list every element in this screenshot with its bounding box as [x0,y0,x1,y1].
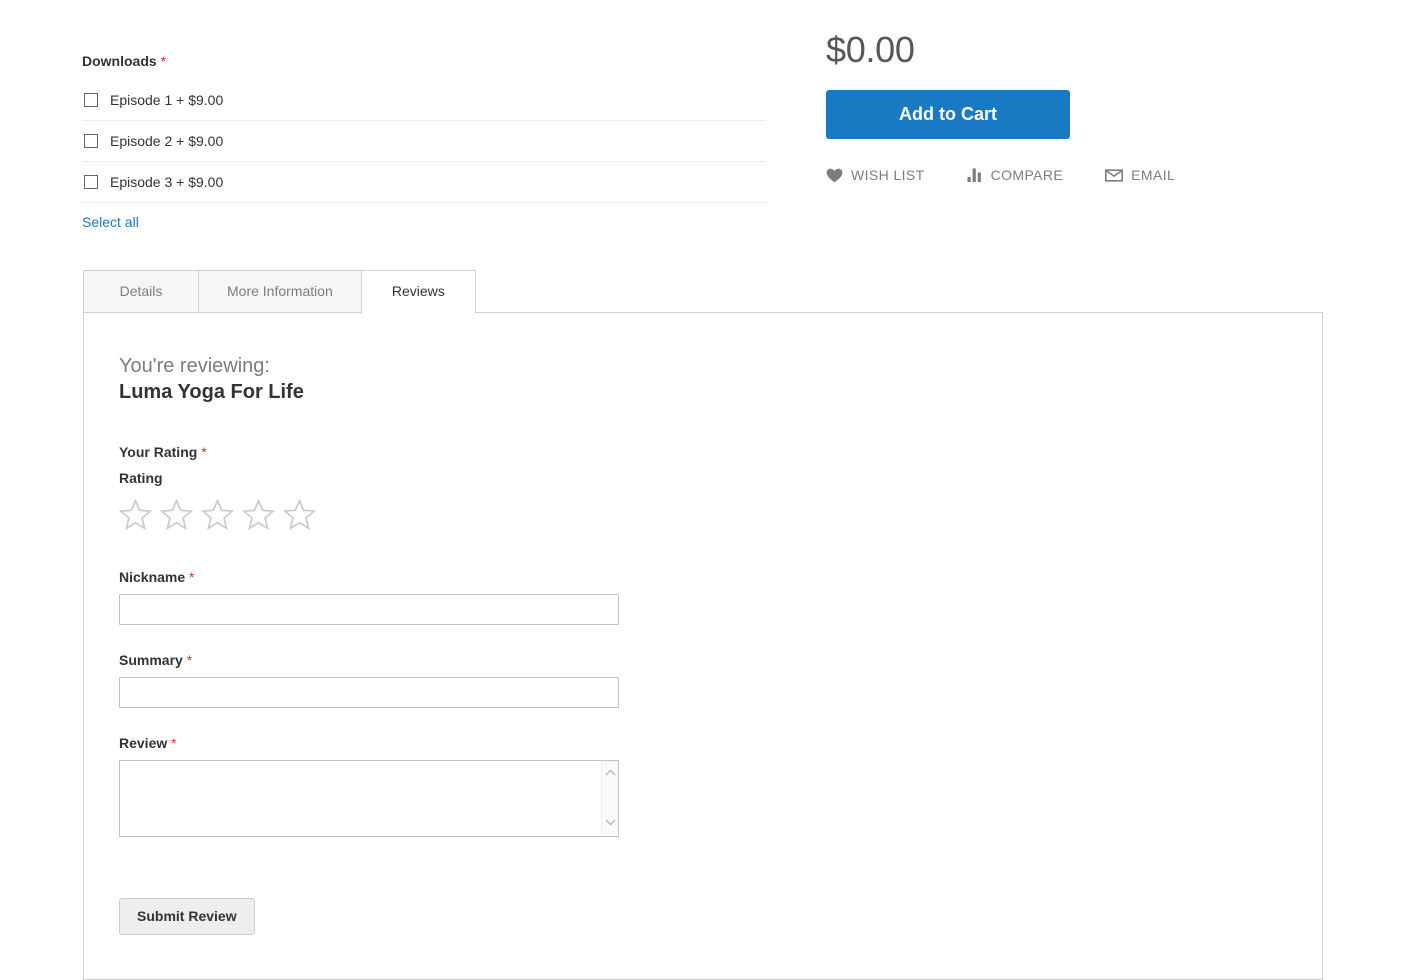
product-action-links: WISH LIST COMPARE EMAIL [826,167,1175,183]
compare-link[interactable]: COMPARE [967,167,1064,183]
downloads-label-text: Downloads [82,53,157,69]
envelope-icon [1105,168,1124,182]
required-asterisk: * [189,569,195,585]
review-label: Review * [119,734,1322,752]
download-option-label: Episode 1 + $9.00 [110,92,224,108]
summary-field-group: Summary * [119,651,1322,708]
rating-star-1[interactable] [119,499,152,530]
download-option-row[interactable]: Episode 1 + $9.00 [82,80,766,121]
compare-label: COMPARE [990,167,1064,183]
reviewed-product-name: Luma Yoga For Life [119,381,304,403]
required-asterisk: * [160,53,167,69]
nickname-input[interactable] [119,594,619,625]
scroll-up-arrow-icon[interactable] [604,769,616,776]
compare-bars-icon [967,168,983,182]
review-textarea[interactable] [120,761,599,836]
wish-list-link[interactable]: WISH LIST [826,167,925,183]
your-rating-legend: Your Rating * [119,443,1322,461]
nickname-label-text: Nickname [119,569,186,585]
tab-strip: Details More Information Reviews [83,270,1323,314]
summary-input[interactable] [119,677,619,708]
product-buy-area: Downloads * Episode 1 + $9.00 Episode 2 … [0,0,1404,250]
review-field-group: Review * [119,734,1322,837]
reviews-tab-panel: You're reviewing: Luma Yoga For Life You… [83,312,1323,980]
download-option-label: Episode 2 + $9.00 [110,133,224,149]
buy-box: $0.00 Add to Cart WISH LIST COMPARE EMAI… [826,28,1175,183]
summary-label-text: Summary [119,652,183,668]
product-info-tabs: Details More Information Reviews You're … [83,270,1323,980]
rating-star-4[interactable] [242,499,275,530]
downloads-options-block: Downloads * Episode 1 + $9.00 Episode 2 … [82,52,766,232]
review-textarea-scrollbar[interactable] [601,761,618,836]
rating-star-5[interactable] [283,499,316,530]
rating-star-3[interactable] [201,499,234,530]
download-option-row[interactable]: Episode 2 + $9.00 [82,121,766,162]
review-label-text: Review [119,735,168,751]
nickname-field-group: Nickname * [119,568,1322,625]
summary-label: Summary * [119,651,1322,669]
download-option-row[interactable]: Episode 3 + $9.00 [82,162,766,203]
email-label: EMAIL [1131,167,1176,183]
rating-star-2[interactable] [160,499,193,530]
reviewing-prefix: You're reviewing: [119,355,270,377]
download-checkbox[interactable] [84,93,98,107]
tab-reviews[interactable]: Reviews [360,270,476,314]
tab-details[interactable]: Details [83,270,198,313]
downloads-label: Downloads * [82,52,766,70]
add-to-cart-button[interactable]: Add to Cart [826,90,1070,139]
downloads-list: Episode 1 + $9.00 Episode 2 + $9.00 Epis… [82,80,766,203]
required-asterisk: * [201,444,207,460]
wish-list-label: WISH LIST [851,167,925,183]
select-all-link[interactable]: Select all [82,214,139,230]
review-textarea-wrap [119,760,619,837]
email-link[interactable]: EMAIL [1105,167,1175,183]
scroll-down-arrow-icon[interactable] [604,819,616,826]
nickname-label: Nickname * [119,568,1322,586]
download-checkbox[interactable] [84,175,98,189]
download-checkbox[interactable] [84,134,98,148]
submit-review-button[interactable]: Submit Review [119,898,255,935]
tab-more-information[interactable]: More Information [198,270,361,313]
your-rating-legend-text: Your Rating [119,444,198,460]
heart-icon [826,168,843,183]
rating-sub-label: Rating [119,470,163,486]
required-asterisk: * [171,735,177,751]
product-price: $0.00 [826,29,915,70]
required-asterisk: * [186,652,193,668]
download-option-label: Episode 3 + $9.00 [110,174,224,190]
rating-stars[interactable] [119,499,1322,530]
